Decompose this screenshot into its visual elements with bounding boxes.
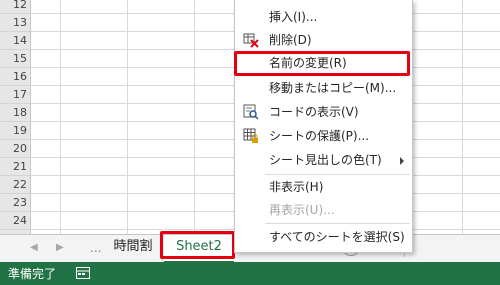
row-header[interactable]: 15	[0, 50, 30, 68]
menu-item-tab-color[interactable]: シート見出しの色(T)	[235, 149, 412, 171]
row-header[interactable]: 24	[0, 212, 30, 230]
row-header[interactable]: 20	[0, 140, 30, 158]
menu-item-hide[interactable]: 非表示(H)	[235, 176, 412, 198]
row-header[interactable]: 14	[0, 32, 30, 50]
row-header[interactable]: 18	[0, 104, 30, 122]
menu-item-protect-sheet[interactable]: シートの保護(P)...	[235, 125, 412, 147]
menu-item-label: 移動またはコピー(M)...	[269, 81, 397, 95]
sheet-context-menu: 挿入(I)... 削除(D) 名前の変更(R) 移動またはコピー(M)... コ…	[234, 0, 413, 253]
menu-item-select-all-sheets[interactable]: すべてのシートを選択(S)	[235, 226, 412, 248]
delete-sheet-icon	[243, 33, 259, 48]
scroll-tabs-left-icon[interactable]: ◀	[30, 242, 38, 253]
menu-item-label: 再表示(U)...	[269, 203, 335, 217]
submenu-arrow-icon	[400, 157, 404, 165]
row-header[interactable]: 13	[0, 14, 30, 32]
menu-item-move-copy[interactable]: 移動またはコピー(M)...	[235, 77, 412, 99]
menu-item-view-code[interactable]: コードの表示(V)	[235, 101, 412, 123]
view-code-icon	[243, 104, 259, 120]
row-header[interactable]: 21	[0, 158, 30, 176]
protect-sheet-icon	[243, 128, 258, 143]
menu-item-label: 挿入(I)...	[269, 10, 318, 24]
row-header-column: 12 13 14 15 16 17 18 19 20 21 22 23 24	[0, 0, 31, 234]
more-tabs-ellipsis[interactable]: ...	[90, 241, 101, 255]
row-header[interactable]: 17	[0, 86, 30, 104]
row-header[interactable]: 16	[0, 68, 30, 86]
row-header[interactable]: 23	[0, 194, 30, 212]
row-header[interactable]: 12	[0, 0, 30, 14]
menu-separator	[265, 174, 410, 175]
menu-item-label: シート見出しの色(T)	[269, 153, 382, 167]
menu-item-label: 非表示(H)	[269, 180, 324, 194]
sheet-tab-jikanwari[interactable]: 時間割	[104, 235, 163, 261]
menu-separator	[265, 223, 410, 224]
status-bar: 準備完了	[0, 262, 500, 285]
row-header[interactable]: 22	[0, 176, 30, 194]
macro-record-icon[interactable]	[76, 267, 90, 279]
menu-item-label: すべてのシートを選択(S)	[269, 230, 405, 244]
rename-item-highlight	[234, 51, 410, 76]
scroll-tabs-right-icon[interactable]: ▶	[56, 242, 64, 253]
menu-item-label: シートの保護(P)...	[269, 129, 370, 143]
row-header[interactable]: 19	[0, 122, 30, 140]
menu-item-unhide: 再表示(U)...	[235, 199, 412, 221]
sheet2-tab-highlight	[160, 231, 235, 259]
menu-item-delete[interactable]: 削除(D)	[235, 29, 412, 51]
status-text: 準備完了	[8, 267, 57, 281]
menu-item-insert[interactable]: 挿入(I)...	[235, 6, 412, 28]
menu-item-label: 削除(D)	[269, 33, 312, 47]
menu-item-label: コードの表示(V)	[269, 105, 359, 119]
